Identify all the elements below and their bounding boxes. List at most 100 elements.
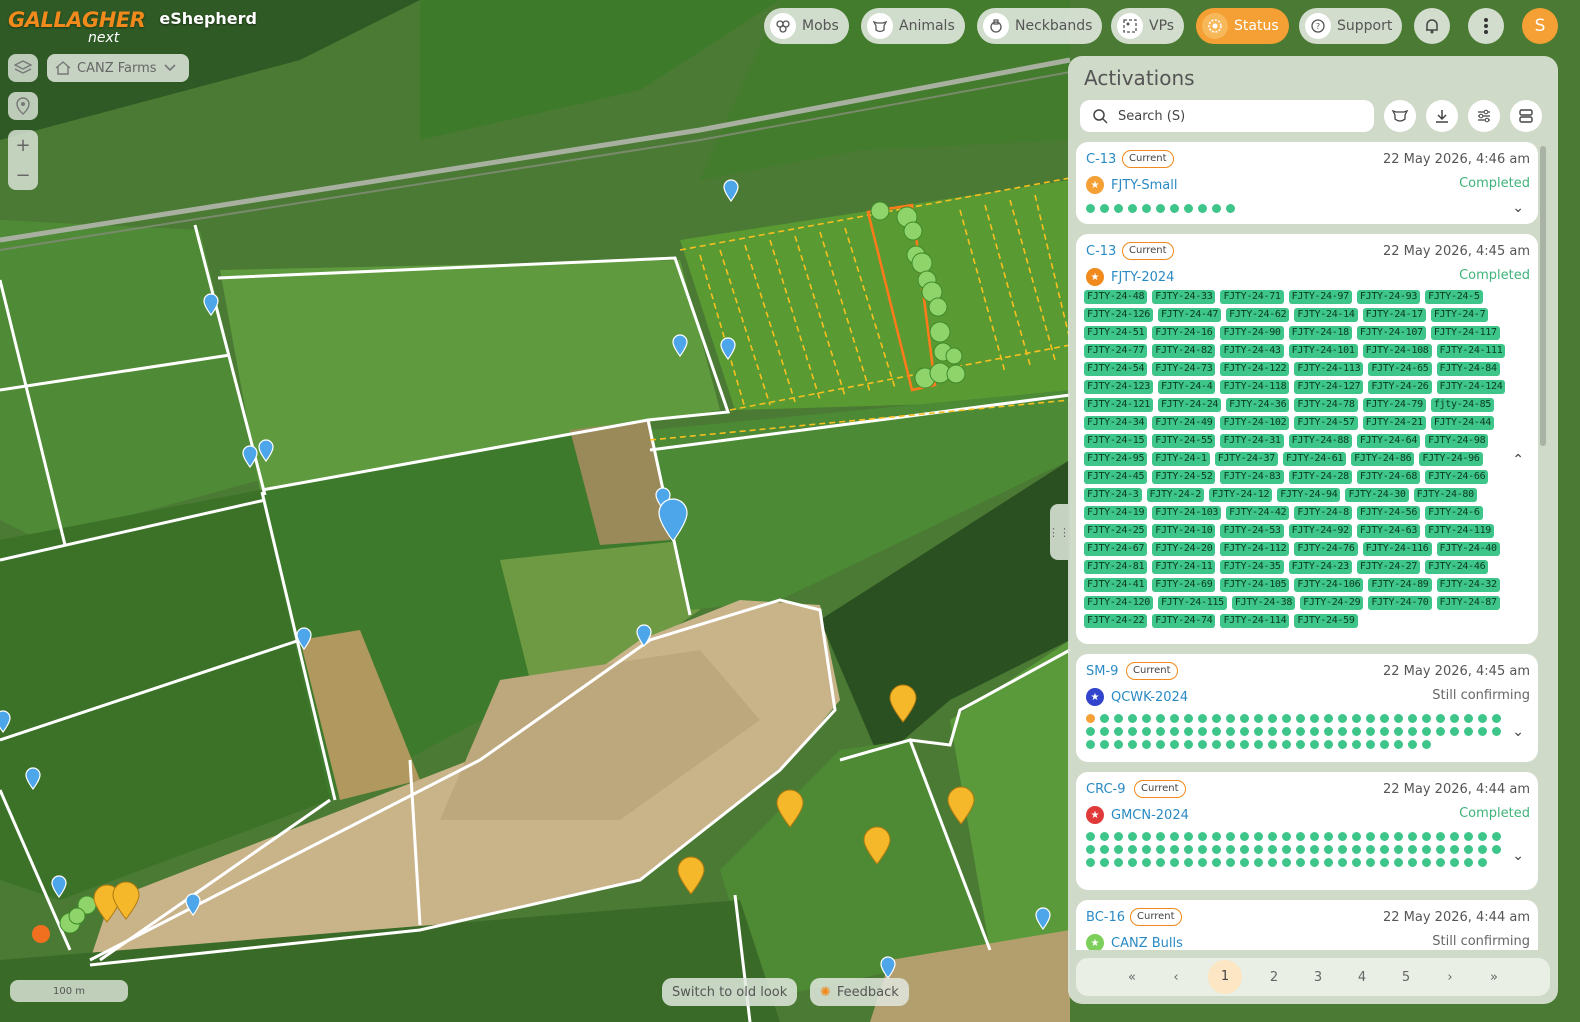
activation-code[interactable]: CRC-9 (1086, 782, 1126, 797)
animal-status-dot[interactable] (1338, 714, 1347, 723)
animal-status-dot[interactable] (1408, 727, 1417, 736)
animal-tag[interactable]: FJTY-24-67 (1084, 542, 1148, 556)
animal-status-dot[interactable] (1450, 727, 1459, 736)
animal-tag[interactable]: FJTY-24-35 (1220, 560, 1284, 574)
animal-tag[interactable]: FJTY-24-49 (1152, 416, 1216, 430)
animal-status-dot[interactable] (1100, 204, 1109, 213)
animal-status-dot[interactable] (1282, 727, 1291, 736)
animal-status-dot[interactable] (1086, 204, 1095, 213)
animal-status-dot[interactable] (1268, 740, 1277, 749)
animal-status-dot[interactable] (1366, 714, 1375, 723)
animal-tag[interactable]: FJTY-24-17 (1362, 308, 1426, 322)
animal-status-dot[interactable] (1212, 714, 1221, 723)
animal-tag[interactable]: FJTY-24-34 (1084, 416, 1148, 430)
animal-tag[interactable]: FJTY-24-124 (1436, 380, 1506, 394)
animal-status-dot[interactable] (1450, 858, 1459, 867)
animal-status-dot[interactable] (1226, 858, 1235, 867)
animal-status-dot[interactable] (1198, 714, 1207, 723)
animal-status-dot[interactable] (1156, 832, 1165, 841)
animal-tag[interactable]: FJTY-24-69 (1152, 578, 1216, 592)
animal-tag[interactable]: FJTY-24-95 (1084, 452, 1148, 466)
animal-status-dot[interactable] (1366, 727, 1375, 736)
animal-status-dot[interactable] (1422, 714, 1431, 723)
animal-status-dot[interactable] (1212, 858, 1221, 867)
animal-status-dot[interactable] (1282, 832, 1291, 841)
animal-status-dot[interactable] (1380, 858, 1389, 867)
mob-link[interactable]: ★ FJTY-Small (1086, 176, 1177, 194)
animal-status-dot[interactable] (1128, 204, 1137, 213)
animal-tag[interactable]: FJTY-24-4 (1157, 380, 1216, 394)
animal-status-dot[interactable] (1100, 845, 1109, 854)
animal-status-dot[interactable] (1352, 858, 1361, 867)
animal-tag[interactable]: FJTY-24-115 (1157, 596, 1227, 610)
animal-tag[interactable]: FJTY-24-18 (1288, 326, 1352, 340)
animal-tag[interactable]: FJTY-24-57 (1294, 416, 1358, 430)
animal-tag[interactable]: FJTY-24-19 (1084, 506, 1148, 520)
animal-status-dot[interactable] (1184, 845, 1193, 854)
animal-status-dot[interactable] (1100, 858, 1109, 867)
animal-status-dot[interactable] (1114, 204, 1123, 213)
animal-status-dot[interactable] (1268, 714, 1277, 723)
animal-tag[interactable]: FJTY-24-52 (1152, 470, 1216, 484)
farm-selector[interactable]: CANZ Farms (47, 54, 189, 82)
animal-status-dot[interactable] (1114, 740, 1123, 749)
animal-tag[interactable]: FJTY-24-40 (1436, 542, 1500, 556)
animal-status-dot[interactable] (1254, 845, 1263, 854)
activation-code[interactable]: C-13 (1086, 152, 1116, 167)
animal-status-dot[interactable] (1310, 845, 1319, 854)
animal-status-dot[interactable] (1352, 740, 1361, 749)
animal-status-dot[interactable] (1142, 727, 1151, 736)
animal-status-dot[interactable] (1170, 714, 1179, 723)
animal-status-dot[interactable] (1422, 845, 1431, 854)
animal-status-dot[interactable] (1086, 727, 1095, 736)
animal-tag[interactable]: FJTY-24-68 (1356, 470, 1421, 484)
animal-status-dot[interactable] (1198, 858, 1207, 867)
animal-tag[interactable]: FJTY-24-90 (1220, 326, 1284, 340)
animal-tag[interactable]: FJTY-24-79 (1362, 398, 1426, 412)
animal-tag[interactable]: FJTY-24-86 (1351, 452, 1415, 466)
animal-status-dot[interactable] (1408, 740, 1417, 749)
activation-code[interactable]: C-13 (1086, 244, 1116, 259)
animal-status-dot[interactable] (1226, 740, 1235, 749)
animal-tag[interactable]: FJTY-24-16 (1152, 326, 1216, 340)
animal-status-dot[interactable] (1156, 727, 1165, 736)
search-input[interactable] (1118, 108, 1338, 124)
animal-status-dot[interactable] (1310, 740, 1319, 749)
animal-status-dot[interactable] (1198, 845, 1207, 854)
animal-tag[interactable]: FJTY-24-3 (1084, 488, 1142, 502)
animal-status-dot[interactable] (1184, 740, 1193, 749)
animal-tag[interactable]: FJTY-24-48 (1084, 290, 1148, 304)
animal-status-dot[interactable] (1296, 845, 1305, 854)
animal-status-dot[interactable] (1184, 727, 1193, 736)
page-4-button[interactable]: 4 (1350, 970, 1374, 985)
animal-status-dot[interactable] (1156, 740, 1165, 749)
animal-status-dot[interactable] (1170, 832, 1179, 841)
animal-tag[interactable]: FJTY-24-43 (1220, 344, 1284, 358)
animal-status-dot[interactable] (1254, 740, 1263, 749)
animal-status-dot[interactable] (1296, 740, 1305, 749)
animal-tag[interactable]: FJTY-24-42 (1226, 506, 1290, 520)
animal-status-dot[interactable] (1212, 727, 1221, 736)
nav-mobs[interactable]: Mobs (764, 8, 849, 44)
animal-status-dot[interactable] (1170, 858, 1179, 867)
animal-tag[interactable]: FJTY-24-8 (1294, 506, 1352, 520)
animal-tag[interactable]: FJTY-24-53 (1220, 524, 1284, 538)
download-button[interactable] (1426, 100, 1458, 132)
animal-status-dot[interactable] (1310, 727, 1319, 736)
animal-status-dot[interactable] (1464, 727, 1473, 736)
expand-chevron-icon[interactable]: ⌄ (1512, 848, 1524, 864)
layout-toggle-button[interactable] (1510, 100, 1542, 132)
animal-status-dot[interactable] (1170, 845, 1179, 854)
animal-tag[interactable]: FJTY-24-51 (1084, 326, 1148, 340)
feedback-button[interactable]: ✺ Feedback (810, 978, 909, 1006)
animal-tag[interactable]: FJTY-24-82 (1152, 344, 1216, 358)
animal-tag[interactable]: FJTY-24-107 (1356, 326, 1426, 340)
animal-status-dot[interactable] (1184, 204, 1193, 213)
animal-tag[interactable]: FJTY-24-71 (1220, 290, 1284, 304)
animal-status-dot[interactable] (1086, 845, 1095, 854)
activation-card[interactable]: CRC-9 Current 22 May 2026, 4:44 am ★ GMC… (1076, 772, 1538, 890)
nav-status[interactable]: Status (1196, 8, 1289, 44)
animal-status-dot[interactable] (1100, 740, 1109, 749)
animal-tag[interactable]: FJTY-24-113 (1294, 362, 1364, 376)
animal-tag[interactable]: FJTY-24-32 (1436, 578, 1500, 592)
